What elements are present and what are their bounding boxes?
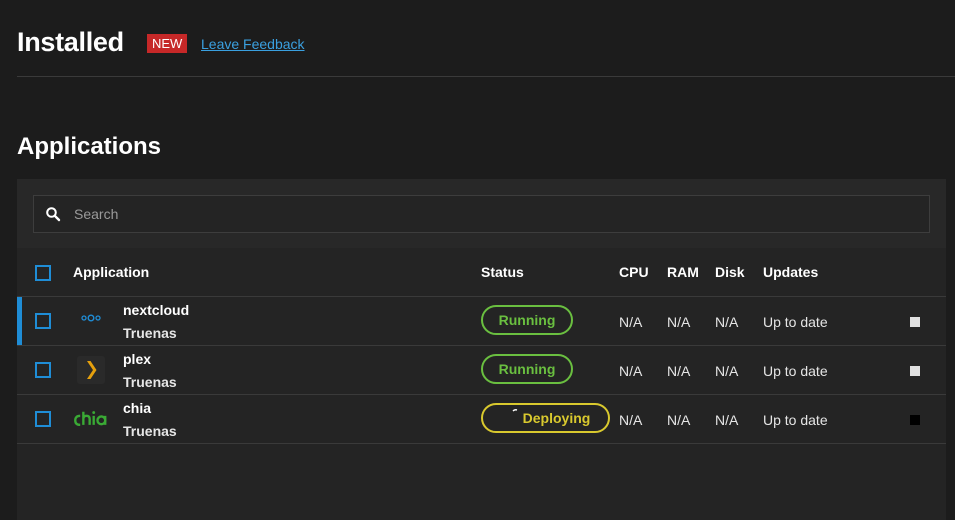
column-cpu[interactable]: CPU	[619, 264, 649, 280]
table-header: Application Status CPU RAM Disk Updates	[17, 248, 946, 297]
column-status[interactable]: Status	[481, 264, 524, 280]
ram-value: N/A	[667, 412, 691, 428]
cpu-value: N/A	[619, 314, 643, 330]
new-badge: NEW	[147, 34, 188, 53]
select-all-checkbox[interactable]	[35, 265, 51, 281]
app-name: nextcloud	[123, 302, 190, 318]
row-checkbox[interactable]	[35, 411, 51, 427]
cpu-value: N/A	[619, 363, 643, 379]
column-disk[interactable]: Disk	[715, 264, 745, 280]
app-train: Truenas	[123, 374, 177, 390]
app-name: plex	[123, 351, 152, 367]
applications-card: Application Status CPU RAM Disk Updates …	[17, 179, 946, 520]
plex-icon	[77, 356, 105, 384]
stop-icon[interactable]	[910, 317, 920, 327]
table-row[interactable]: chia Truenas Deploying N/A N/A N/A Up to…	[17, 395, 946, 444]
disk-value: N/A	[715, 314, 739, 330]
ram-value: N/A	[667, 314, 691, 330]
page-title: Installed	[17, 27, 124, 57]
status-badge: Running	[481, 354, 573, 384]
stop-icon[interactable]	[910, 366, 920, 376]
nextcloud-icon	[81, 314, 101, 322]
disk-value: N/A	[715, 412, 739, 428]
app-name: chia	[123, 400, 152, 416]
ram-value: N/A	[667, 363, 691, 379]
status-badge: Deploying	[481, 403, 610, 433]
status-text: Deploying	[522, 410, 591, 426]
leave-feedback-link[interactable]: Leave Feedback	[201, 36, 305, 52]
updates-value: Up to date	[763, 314, 828, 330]
updates-value: Up to date	[763, 412, 828, 428]
disk-value: N/A	[715, 363, 739, 379]
column-ram[interactable]: RAM	[667, 264, 699, 280]
search-input[interactable]	[74, 196, 914, 232]
page-header: Installed NEW Leave Feedback	[17, 27, 955, 77]
table-row[interactable]: plex Truenas Running N/A N/A N/A Up to d…	[17, 346, 946, 395]
row-checkbox[interactable]	[35, 362, 51, 378]
updates-value: Up to date	[763, 363, 828, 379]
table-row[interactable]: nextcloud Truenas Running N/A N/A N/A Up…	[17, 297, 946, 346]
stop-icon[interactable]	[910, 415, 920, 425]
column-application[interactable]: Application	[73, 264, 149, 280]
status-badge: Running	[481, 305, 573, 335]
search-bar	[17, 179, 946, 248]
row-checkbox[interactable]	[35, 313, 51, 329]
search-box	[33, 195, 930, 233]
column-updates[interactable]: Updates	[763, 264, 818, 280]
cpu-value: N/A	[619, 412, 643, 428]
chia-icon	[74, 411, 107, 427]
spinner-icon	[512, 409, 518, 412]
section-title: Applications	[17, 133, 162, 160]
app-train: Truenas	[123, 325, 177, 341]
search-icon	[46, 207, 61, 222]
app-train: Truenas	[123, 423, 177, 439]
